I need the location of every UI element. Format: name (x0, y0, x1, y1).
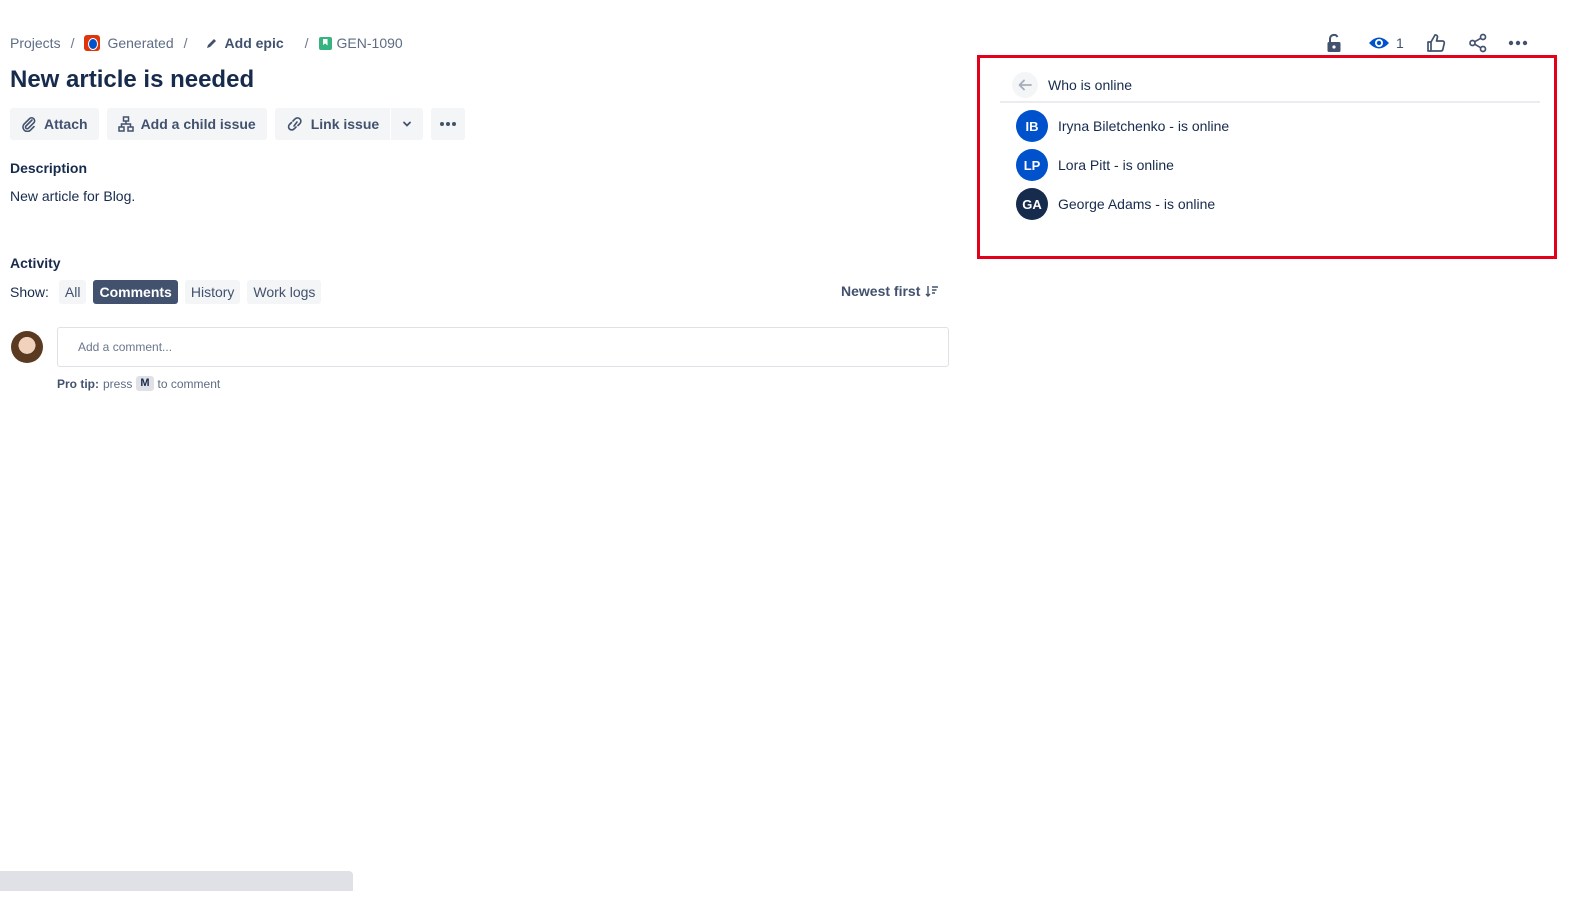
user-online-label: George Adams - is online (1058, 196, 1216, 212)
current-user-avatar (11, 331, 43, 363)
filter-work-logs[interactable]: Work logs (247, 280, 322, 304)
attach-label: Attach (44, 116, 88, 132)
pro-tip-press: press (103, 376, 133, 391)
paperclip-icon (22, 117, 36, 132)
online-panel-title: Who is online (1048, 77, 1133, 93)
link-issue-button[interactable]: Link issue (274, 108, 391, 140)
link-icon (287, 117, 302, 131)
breadcrumb-separator: / (70, 35, 75, 51)
user-online-label: Lora Pitt - is online (1058, 157, 1174, 173)
more-horizontal-icon (440, 122, 457, 126)
add-child-issue-button[interactable]: Add a child issue (106, 108, 267, 140)
link-issue-group: Link issue (274, 108, 424, 140)
issue-header-actions: 1 (1322, 31, 1530, 55)
online-user-item[interactable]: LP Lora Pitt - is online (1016, 149, 1229, 181)
description-label: Description (10, 160, 88, 176)
add-epic-label: Add epic (224, 35, 284, 51)
online-user-item[interactable]: IB Iryna Biletchenko - is online (1016, 110, 1229, 142)
online-user-list: IB Iryna Biletchenko - is online LP Lora… (1016, 110, 1229, 227)
pencil-icon (206, 39, 216, 48)
chevron-down-icon (403, 121, 412, 127)
link-issue-dropdown-button[interactable] (391, 108, 424, 140)
pro-tip-key: M (136, 376, 154, 391)
online-user-item[interactable]: GA George Adams - is online (1016, 188, 1229, 220)
add-child-issue-label: Add a child issue (140, 116, 256, 132)
issue-key-label: GEN-1090 (336, 35, 403, 51)
like-button[interactable] (1424, 31, 1448, 55)
breadcrumb-issue-key[interactable]: GEN-1090 (318, 35, 403, 51)
filter-history[interactable]: History (184, 280, 241, 304)
filter-all[interactable]: All (58, 280, 87, 304)
unlock-icon (1327, 33, 1341, 52)
breadcrumb-projects[interactable]: Projects (10, 35, 61, 51)
breadcrumb-project-label: Generated (107, 35, 174, 51)
who-is-online-panel: Who is online IB Iryna Biletchenko - is … (977, 55, 1557, 259)
attach-button[interactable]: Attach (10, 108, 99, 140)
more-horizontal-icon (1508, 40, 1527, 46)
share-button[interactable] (1466, 31, 1490, 55)
issue-page: Projects / Generated / Add epic / GEN-10… (0, 0, 1578, 898)
back-button[interactable] (1012, 72, 1038, 98)
user-avatar: LP (1016, 149, 1048, 181)
more-actions-button[interactable] (431, 108, 466, 140)
user-online-label: Iryna Biletchenko - is online (1058, 118, 1230, 134)
sort-descending-icon (925, 286, 939, 297)
thumbs-up-icon (1426, 34, 1445, 52)
project-avatar-icon (84, 35, 101, 51)
horizontal-scrollbar[interactable] (0, 871, 353, 891)
user-avatar: IB (1016, 110, 1048, 142)
pro-tip-prefix: Pro tip: (57, 376, 99, 391)
sort-order-label: Newest first (841, 283, 921, 299)
issue-toolbar: Attach Add a child issue Link issue (10, 108, 466, 140)
breadcrumb-separator: / (183, 35, 188, 51)
add-epic-button[interactable]: Add epic (206, 35, 284, 51)
breadcrumb: Projects / Generated / Add epic / GEN-10… (10, 33, 403, 53)
link-issue-label: Link issue (310, 116, 380, 132)
issue-title[interactable]: New article is needed (10, 66, 254, 94)
pro-tip: Pro tip: press M to comment (57, 376, 220, 391)
show-label: Show: (10, 284, 49, 300)
issue-more-button[interactable] (1506, 31, 1530, 55)
breadcrumb-separator: / (304, 35, 309, 51)
filter-comments[interactable]: Comments (93, 280, 178, 304)
description-text[interactable]: New article for Blog. (10, 188, 135, 204)
eye-icon (1369, 37, 1389, 49)
watch-count: 1 (1396, 35, 1404, 51)
online-panel-header: Who is online (1000, 69, 1540, 103)
activity-label: Activity (10, 255, 61, 271)
restrictions-button[interactable] (1322, 31, 1346, 55)
comment-input[interactable] (57, 327, 949, 367)
story-icon (318, 36, 332, 50)
activity-filters: Show: All Comments History Work logs (10, 280, 322, 304)
hierarchy-icon (117, 116, 134, 132)
sort-order-button[interactable]: Newest first (841, 283, 939, 299)
arrow-left-icon (1018, 79, 1032, 91)
pro-tip-suffix: to comment (157, 376, 221, 391)
share-icon (1468, 33, 1487, 53)
user-avatar: GA (1016, 188, 1048, 220)
watch-button[interactable]: 1 (1368, 35, 1404, 51)
breadcrumb-project[interactable]: Generated (84, 35, 174, 51)
